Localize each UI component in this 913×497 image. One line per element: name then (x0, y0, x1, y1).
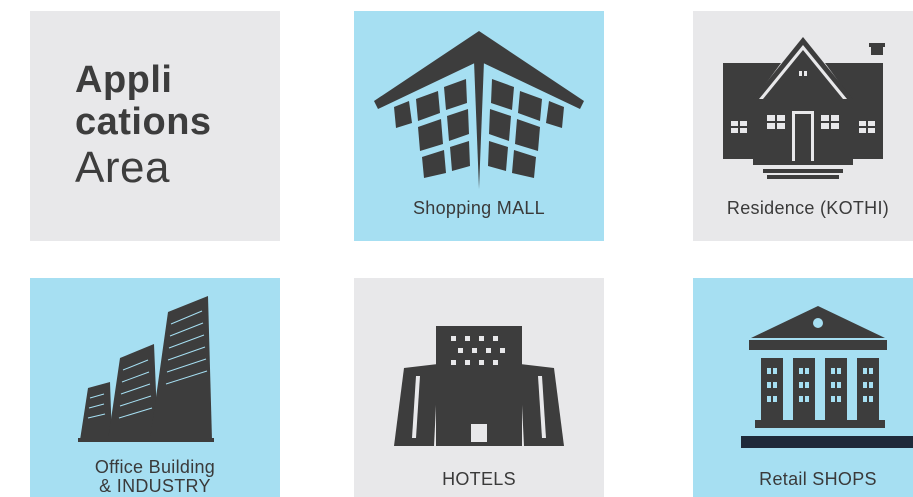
title-line-2: cations (75, 101, 212, 143)
label-line-1: Office Building (94, 457, 216, 477)
tile-label: Office Building & INDUSTRY (30, 458, 280, 496)
tile-retail-shops[interactable]: Retail SHOPS (693, 278, 913, 497)
tile-residence[interactable]: Residence (KOTHI) (693, 11, 913, 241)
applications-area-title-tile: Appli cations Area (30, 11, 280, 241)
office-buildings-icon (30, 278, 280, 458)
tile-label: Retail SHOPS (759, 469, 877, 489)
tile-label: Residence (KOTHI) (726, 198, 890, 218)
hotel-building-icon (354, 278, 604, 458)
title-line-3: Area (75, 143, 170, 192)
retail-shop-icon (693, 278, 913, 458)
tile-label: HOTELS (442, 469, 516, 489)
tile-shopping-mall[interactable]: Shopping MALL (354, 11, 604, 241)
page-title: Appli cations Area (75, 59, 212, 193)
residence-house-icon (693, 11, 913, 191)
tile-label: Shopping MALL (413, 198, 545, 218)
tile-hotels[interactable]: HOTELS (354, 278, 604, 497)
title-line-1: Appli (75, 59, 173, 101)
tile-office-building[interactable]: Office Building & INDUSTRY (30, 278, 280, 497)
shopping-mall-icon (354, 11, 604, 191)
label-line-2: & INDUSTRY (99, 476, 211, 496)
